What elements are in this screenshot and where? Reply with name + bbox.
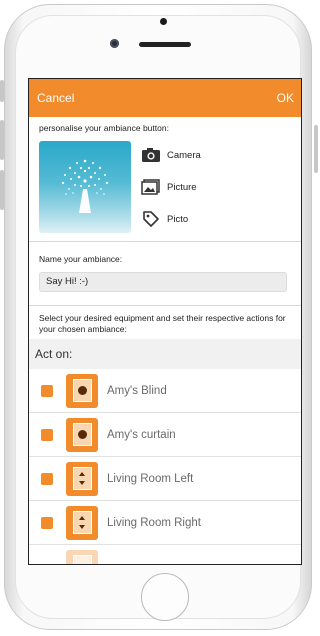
- equipment-row[interactable]: Amy's curtain: [29, 413, 301, 457]
- navigation-bar: Cancel OK: [29, 79, 301, 117]
- equipment-list: Amy's Blind Amy's curtain Living Room Le…: [29, 369, 301, 564]
- ambiance-button-section: personalise your ambiance button: Camera…: [29, 117, 301, 241]
- act-on-title: Act on:: [35, 347, 73, 361]
- mute-switch: [0, 80, 4, 102]
- camera-option-label: Camera: [167, 149, 201, 161]
- blind-icon: [66, 417, 98, 452]
- camera-option[interactable]: Camera: [141, 145, 201, 165]
- equipment-label: Living Room Left: [107, 472, 194, 485]
- image-source-options: Camera Picture Picto: [141, 141, 201, 233]
- camera-icon: [141, 146, 161, 164]
- equipment-label: Amy's Blind: [107, 384, 167, 397]
- ambiance-preview-image[interactable]: [39, 141, 131, 233]
- equipment-row[interactable]: Living Room Right: [29, 501, 301, 545]
- up-down-icon: [66, 505, 98, 540]
- picture-option[interactable]: Picture: [141, 177, 201, 197]
- ambiance-name-label: Name your ambiance:: [39, 254, 123, 264]
- blind-icon: [66, 373, 98, 408]
- instructions-text: Select your desired equipment and set th…: [39, 313, 286, 334]
- power-button: [314, 125, 318, 173]
- equipment-row-partial: [29, 545, 301, 564]
- tag-icon: [141, 210, 161, 228]
- front-camera-icon: [110, 39, 119, 48]
- ambiance-name-section: Name your ambiance: Say Hi! :-): [29, 242, 301, 305]
- instructions-section: Select your desired equipment and set th…: [29, 306, 301, 339]
- picto-option[interactable]: Picto: [141, 209, 201, 229]
- equipment-label: Amy's curtain: [107, 428, 176, 441]
- equipment-checkbox[interactable]: [41, 472, 53, 485]
- equipment-checkbox[interactable]: [41, 428, 53, 441]
- equipment-label: Living Room Right: [107, 516, 201, 529]
- ok-button[interactable]: OK: [277, 91, 294, 105]
- picture-option-label: Picture: [167, 181, 197, 193]
- firework-icon: [61, 159, 109, 213]
- ambiance-name-input[interactable]: Say Hi! :-): [39, 272, 287, 292]
- proximity-sensor: [160, 18, 167, 25]
- up-down-icon: [66, 461, 98, 496]
- equipment-checkbox[interactable]: [41, 384, 53, 397]
- equipment-tile-icon: [66, 549, 98, 564]
- ambiance-button-heading: personalise your ambiance button:: [39, 123, 169, 133]
- volume-down-button: [0, 170, 4, 210]
- home-button[interactable]: [141, 573, 189, 621]
- equipment-checkbox[interactable]: [41, 516, 53, 529]
- equipment-row[interactable]: Living Room Left: [29, 457, 301, 501]
- picture-icon: [141, 178, 161, 196]
- picto-option-label: Picto: [167, 213, 189, 225]
- app-screen: Cancel OK personalise your ambiance butt…: [28, 78, 302, 565]
- cancel-button[interactable]: Cancel: [37, 91, 74, 105]
- earpiece-speaker: [139, 42, 191, 47]
- act-on-header: Act on:: [29, 339, 301, 369]
- volume-up-button: [0, 120, 4, 160]
- equipment-row[interactable]: Amy's Blind: [29, 369, 301, 413]
